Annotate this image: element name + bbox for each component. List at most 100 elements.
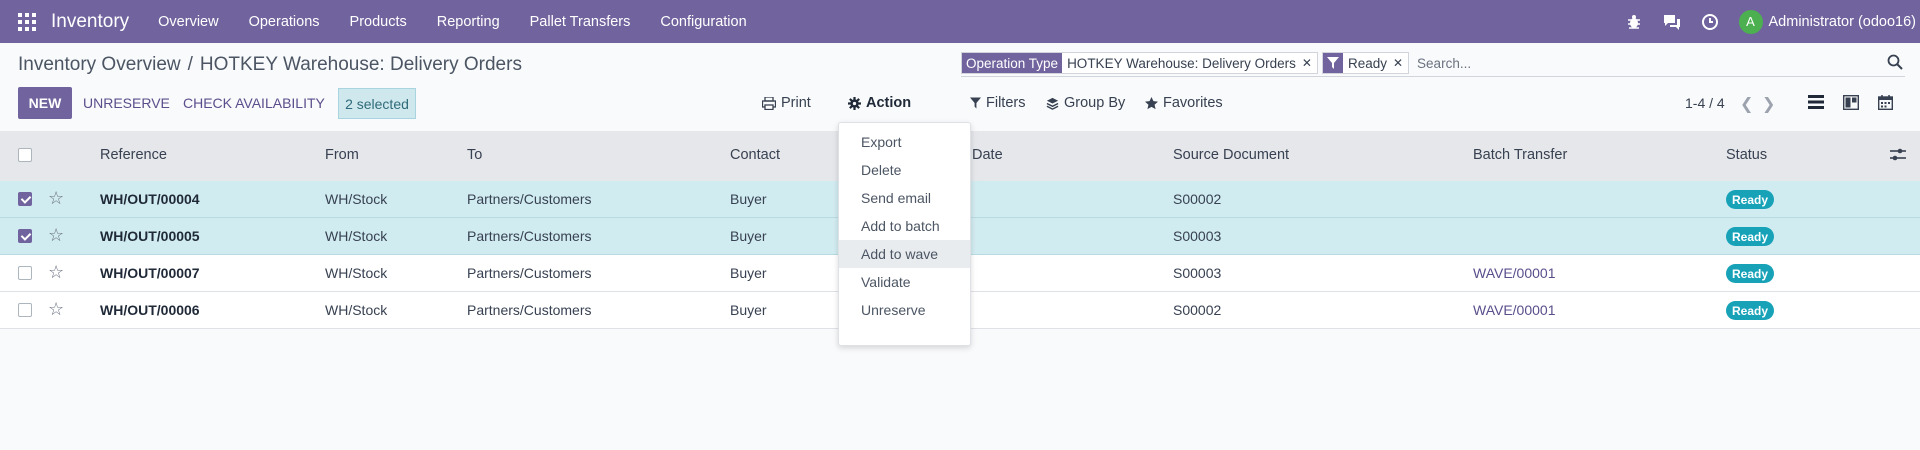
breadcrumb-separator: / xyxy=(187,54,193,75)
pager-value[interactable]: 1-4 / 4 xyxy=(1685,95,1725,111)
facet-ready: Ready ✕ xyxy=(1321,52,1410,74)
star-icon[interactable]: ☆ xyxy=(48,299,64,320)
breadcrumb: Inventory Overview / HOTKEY Warehouse: Del… xyxy=(18,54,522,76)
cell-source: S00002 xyxy=(1173,191,1222,207)
row-checkbox[interactable] xyxy=(18,192,32,206)
cell-source: S00002 xyxy=(1173,302,1222,318)
new-button[interactable]: NEW xyxy=(18,87,72,119)
row-checkbox[interactable] xyxy=(18,229,32,243)
close-icon[interactable]: ✕ xyxy=(1393,56,1403,70)
cell-to: Partners/Customers xyxy=(467,228,592,244)
apps-grid-icon[interactable] xyxy=(18,12,36,31)
cell-source: S00003 xyxy=(1173,228,1222,244)
cell-batch[interactable]: WAVE/00001 xyxy=(1473,302,1556,318)
filters-label: Filters xyxy=(986,95,1026,111)
facet-value: HOTKEY Warehouse: Delivery Orders ✕ xyxy=(1062,53,1317,73)
favorites-label: Favorites xyxy=(1163,95,1223,111)
menu-item-delete[interactable]: Delete xyxy=(839,156,970,184)
cell-contact: Buyer xyxy=(730,228,767,244)
cell-from: WH/Stock xyxy=(325,191,388,207)
user-name[interactable]: Administrator (odoo16) xyxy=(1769,14,1917,30)
menu-pallet-transfers[interactable]: Pallet Transfers xyxy=(515,14,646,30)
close-icon[interactable]: ✕ xyxy=(1302,56,1312,70)
search-bar: Operation Type HOTKEY Warehouse: Deliver… xyxy=(961,51,1905,75)
cell-from: WH/Stock xyxy=(325,265,388,281)
menu-item-validate[interactable]: Validate xyxy=(839,268,970,296)
menu-item-send-email[interactable]: Send email xyxy=(839,184,970,212)
favorites-button[interactable]: Favorites xyxy=(1145,95,1223,111)
facet-value-text: HOTKEY Warehouse: Delivery Orders xyxy=(1067,55,1296,71)
clock-icon[interactable] xyxy=(1700,12,1720,32)
col-reference[interactable]: Reference xyxy=(100,147,167,163)
row-checkbox[interactable] xyxy=(18,266,32,280)
breadcrumb-parent[interactable]: Inventory Overview xyxy=(18,54,181,75)
row-checkbox[interactable] xyxy=(18,303,32,317)
top-navbar: Inventory Overview Operations Products R… xyxy=(0,0,1920,43)
print-icon xyxy=(762,96,776,110)
chevron-left-icon[interactable]: ❮ xyxy=(1740,94,1753,114)
cell-reference: WH/OUT/00004 xyxy=(100,191,200,207)
menu-products[interactable]: Products xyxy=(335,14,422,30)
col-contact[interactable]: Contact xyxy=(730,147,780,163)
menu-operations[interactable]: Operations xyxy=(234,14,335,30)
filter-icon xyxy=(970,97,981,109)
col-status[interactable]: Status xyxy=(1726,147,1767,163)
group-by-button[interactable]: Group By xyxy=(1046,95,1125,111)
action-label: Action xyxy=(866,95,912,111)
calendar-view-icon[interactable] xyxy=(1877,95,1894,111)
star-icon[interactable]: ☆ xyxy=(48,262,64,283)
menu-item-unreserve[interactable]: Unreserve xyxy=(839,296,970,324)
breadcrumb-current: HOTKEY Warehouse: Delivery Orders xyxy=(199,54,522,75)
app-brand[interactable]: Inventory xyxy=(51,11,129,33)
star-icon[interactable]: ☆ xyxy=(48,225,64,246)
chevron-right-icon[interactable]: ❯ xyxy=(1762,94,1775,114)
col-from[interactable]: From xyxy=(325,147,359,163)
print-button[interactable]: Print xyxy=(762,95,811,111)
facet-value-text: Ready xyxy=(1347,55,1387,71)
search-icon[interactable] xyxy=(1887,54,1905,72)
status-badge: Ready xyxy=(1726,301,1775,320)
cell-reference: WH/OUT/00007 xyxy=(100,265,200,281)
avatar[interactable]: A xyxy=(1738,9,1763,34)
menu-configuration[interactable]: Configuration xyxy=(645,14,761,30)
filter-icon xyxy=(1322,53,1343,73)
cell-to: Partners/Customers xyxy=(467,302,592,318)
status-badge: Ready xyxy=(1726,190,1775,209)
col-batch-transfer[interactable]: Batch Transfer xyxy=(1473,147,1567,163)
facet-value: Ready ✕ xyxy=(1343,53,1408,73)
status-badge: Ready xyxy=(1726,264,1775,283)
cell-reference: WH/OUT/00005 xyxy=(100,228,200,244)
selected-count[interactable]: 2 selected xyxy=(338,88,416,119)
menu-item-add-to-batch[interactable]: Add to batch xyxy=(839,212,970,240)
col-date[interactable]: Date xyxy=(972,147,1003,163)
chat-icon[interactable] xyxy=(1662,12,1682,32)
filters-button[interactable]: Filters xyxy=(970,95,1025,111)
action-dropdown-menu: Export Delete Send email Add to batch Ad… xyxy=(838,122,971,346)
status-badge: Ready xyxy=(1726,227,1775,246)
cell-reference: WH/OUT/00006 xyxy=(100,302,200,318)
menu-item-add-to-wave[interactable]: Add to wave xyxy=(839,240,970,268)
cell-batch[interactable]: WAVE/00001 xyxy=(1473,265,1556,281)
action-button[interactable]: Action xyxy=(848,95,911,111)
column-settings-icon[interactable] xyxy=(1890,148,1906,164)
list-view-icon[interactable] xyxy=(1808,95,1824,111)
layers-icon xyxy=(1046,97,1059,110)
cell-contact: Buyer xyxy=(730,191,767,207)
kanban-view-icon[interactable] xyxy=(1842,94,1860,111)
star-icon xyxy=(1145,96,1158,109)
star-icon[interactable]: ☆ xyxy=(48,188,64,209)
menu-reporting[interactable]: Reporting xyxy=(422,14,515,30)
menu-overview[interactable]: Overview xyxy=(143,14,233,30)
check-availability-button[interactable]: CHECK AVAILABILITY xyxy=(183,95,325,111)
print-label: Print xyxy=(781,95,811,111)
col-to[interactable]: To xyxy=(467,147,482,163)
select-all-checkbox[interactable] xyxy=(18,148,32,162)
col-source-document[interactable]: Source Document xyxy=(1173,147,1289,163)
menu-item-export[interactable]: Export xyxy=(839,128,970,156)
bug-icon[interactable] xyxy=(1624,12,1644,32)
unreserve-button[interactable]: UNRESERVE xyxy=(83,95,170,111)
cell-source: S00003 xyxy=(1173,265,1222,281)
facet-operation-type: Operation Type HOTKEY Warehouse: Deliver… xyxy=(961,52,1318,74)
search-input[interactable] xyxy=(1413,52,1905,74)
cell-from: WH/Stock xyxy=(325,228,388,244)
